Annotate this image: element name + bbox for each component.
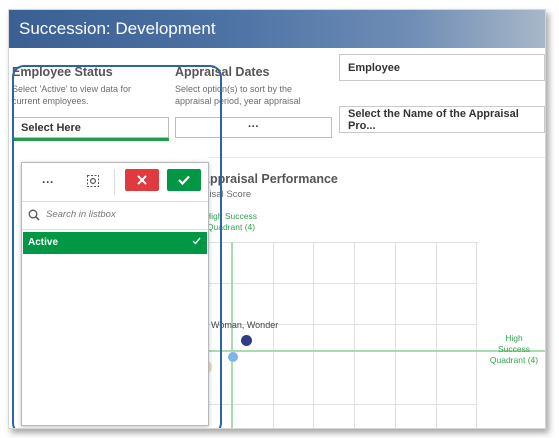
quadrant-label-right-line1: High bbox=[505, 333, 523, 343]
sheet-title: Succession: Development bbox=[19, 19, 216, 38]
more-options-icon: ··· bbox=[248, 121, 259, 133]
data-point[interactable] bbox=[228, 352, 238, 362]
app-window: Succession: Development Employee Status … bbox=[8, 9, 546, 429]
highlight-outline bbox=[12, 65, 222, 428]
appraisal-program-filter[interactable]: Select the Name of the Appraisal Pro... bbox=[339, 106, 545, 133]
gridline bbox=[476, 242, 477, 428]
quadrant-label-right: High Success Quadrant (4) bbox=[486, 333, 542, 366]
gridline bbox=[436, 242, 437, 428]
reference-line-vertical bbox=[231, 242, 233, 428]
gridline bbox=[313, 242, 314, 428]
data-point[interactable] bbox=[241, 335, 252, 346]
employee-filter[interactable]: Employee bbox=[339, 54, 545, 81]
gridline bbox=[201, 242, 478, 243]
quadrant-label-right-line2: Success bbox=[497, 344, 531, 354]
appraisal-program-filter-label: Select the Name of the Appraisal Pro... bbox=[348, 107, 519, 132]
gridline bbox=[273, 242, 274, 428]
quadrant-label-right-line3: Quadrant (4) bbox=[489, 355, 539, 365]
gridline bbox=[201, 283, 478, 284]
title-bar: Succession: Development bbox=[9, 10, 545, 48]
divider bbox=[209, 157, 545, 158]
gridline bbox=[395, 242, 396, 428]
gridline bbox=[354, 242, 355, 428]
gridline bbox=[201, 404, 478, 405]
employee-filter-label: Employee bbox=[348, 61, 400, 74]
